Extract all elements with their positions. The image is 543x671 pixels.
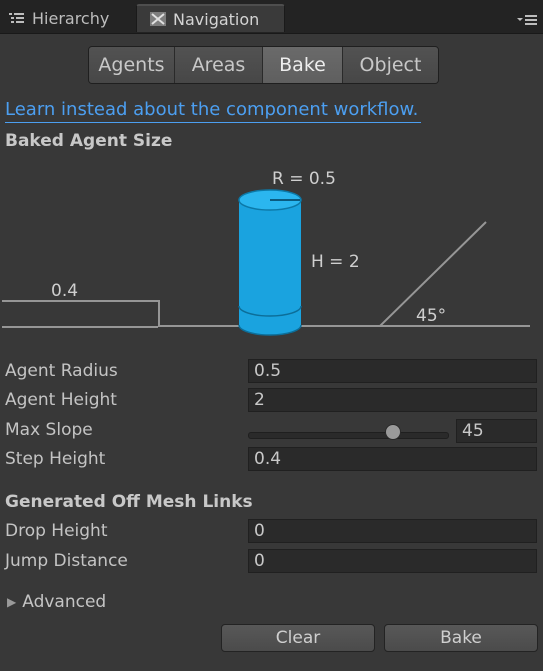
drop-height-field[interactable]: 0 bbox=[248, 519, 537, 543]
clear-button[interactable]: Clear bbox=[221, 624, 375, 652]
slope-angle-label: 45° bbox=[416, 306, 446, 326]
tab-agents[interactable]: Agents bbox=[89, 47, 175, 83]
advanced-foldout[interactable]: ▶ Advanced bbox=[7, 592, 106, 612]
navigation-mode-tabs: Agents Areas Bake Object bbox=[88, 46, 439, 84]
jump-distance-value: 0 bbox=[254, 551, 265, 571]
drop-height-label: Drop Height bbox=[5, 521, 108, 541]
max-slope-value: 45 bbox=[462, 421, 484, 441]
agent-size-diagram: R = 0.5 H = 2 0.4 45° bbox=[0, 160, 543, 350]
expand-arrow-icon: ▶ bbox=[7, 595, 17, 609]
jump-distance-field[interactable]: 0 bbox=[248, 549, 537, 573]
height-label: H = 2 bbox=[311, 252, 360, 272]
agent-radius-field[interactable]: 0.5 bbox=[248, 359, 537, 383]
component-workflow-link[interactable]: Learn instead about the component workfl… bbox=[5, 99, 422, 123]
offmesh-links-header: Generated Off Mesh Links bbox=[5, 492, 253, 512]
jump-distance-label: Jump Distance bbox=[5, 551, 128, 571]
tab-areas-label: Areas bbox=[191, 54, 246, 76]
step-height-label: 0.4 bbox=[51, 281, 78, 301]
max-slope-label: Max Slope bbox=[5, 420, 93, 440]
agent-cylinder bbox=[238, 189, 302, 336]
max-slope-slider[interactable] bbox=[248, 432, 449, 439]
tab-bake-label: Bake bbox=[279, 54, 326, 76]
step-height-value: 0.4 bbox=[254, 449, 282, 469]
agent-radius-value: 0.5 bbox=[254, 361, 282, 381]
tab-object-label: Object bbox=[359, 54, 422, 76]
bake-button-label: Bake bbox=[440, 628, 482, 648]
tab-hierarchy-label: Hierarchy bbox=[32, 8, 110, 28]
hierarchy-icon bbox=[8, 10, 26, 26]
advanced-label: Advanced bbox=[22, 592, 107, 612]
tab-navigation-label: Navigation bbox=[173, 9, 260, 29]
step-height-row-label: Step Height bbox=[5, 449, 106, 469]
context-menu-icon[interactable] bbox=[515, 12, 539, 26]
agent-height-label: Agent Height bbox=[5, 390, 117, 410]
tab-areas[interactable]: Areas bbox=[175, 47, 263, 83]
tab-agents-label: Agents bbox=[98, 54, 165, 76]
max-slope-field[interactable]: 45 bbox=[456, 419, 537, 443]
tab-bake[interactable]: Bake bbox=[263, 47, 343, 83]
window-tab-strip: Hierarchy Navigation bbox=[0, 0, 543, 34]
agent-height-field[interactable]: 2 bbox=[248, 388, 537, 412]
radius-label: R = 0.5 bbox=[272, 169, 336, 189]
tab-navigation[interactable]: Navigation bbox=[136, 4, 285, 32]
baked-agent-size-header: Baked Agent Size bbox=[5, 131, 173, 151]
agent-radius-label: Agent Radius bbox=[5, 361, 118, 381]
step-height-field[interactable]: 0.4 bbox=[248, 447, 537, 471]
bake-button[interactable]: Bake bbox=[384, 624, 538, 652]
tab-object[interactable]: Object bbox=[343, 47, 438, 83]
clear-button-label: Clear bbox=[275, 628, 321, 648]
drop-height-value: 0 bbox=[254, 521, 265, 541]
agent-height-value: 2 bbox=[254, 390, 265, 410]
navigation-icon bbox=[149, 11, 167, 27]
tab-hierarchy[interactable]: Hierarchy bbox=[0, 4, 133, 32]
